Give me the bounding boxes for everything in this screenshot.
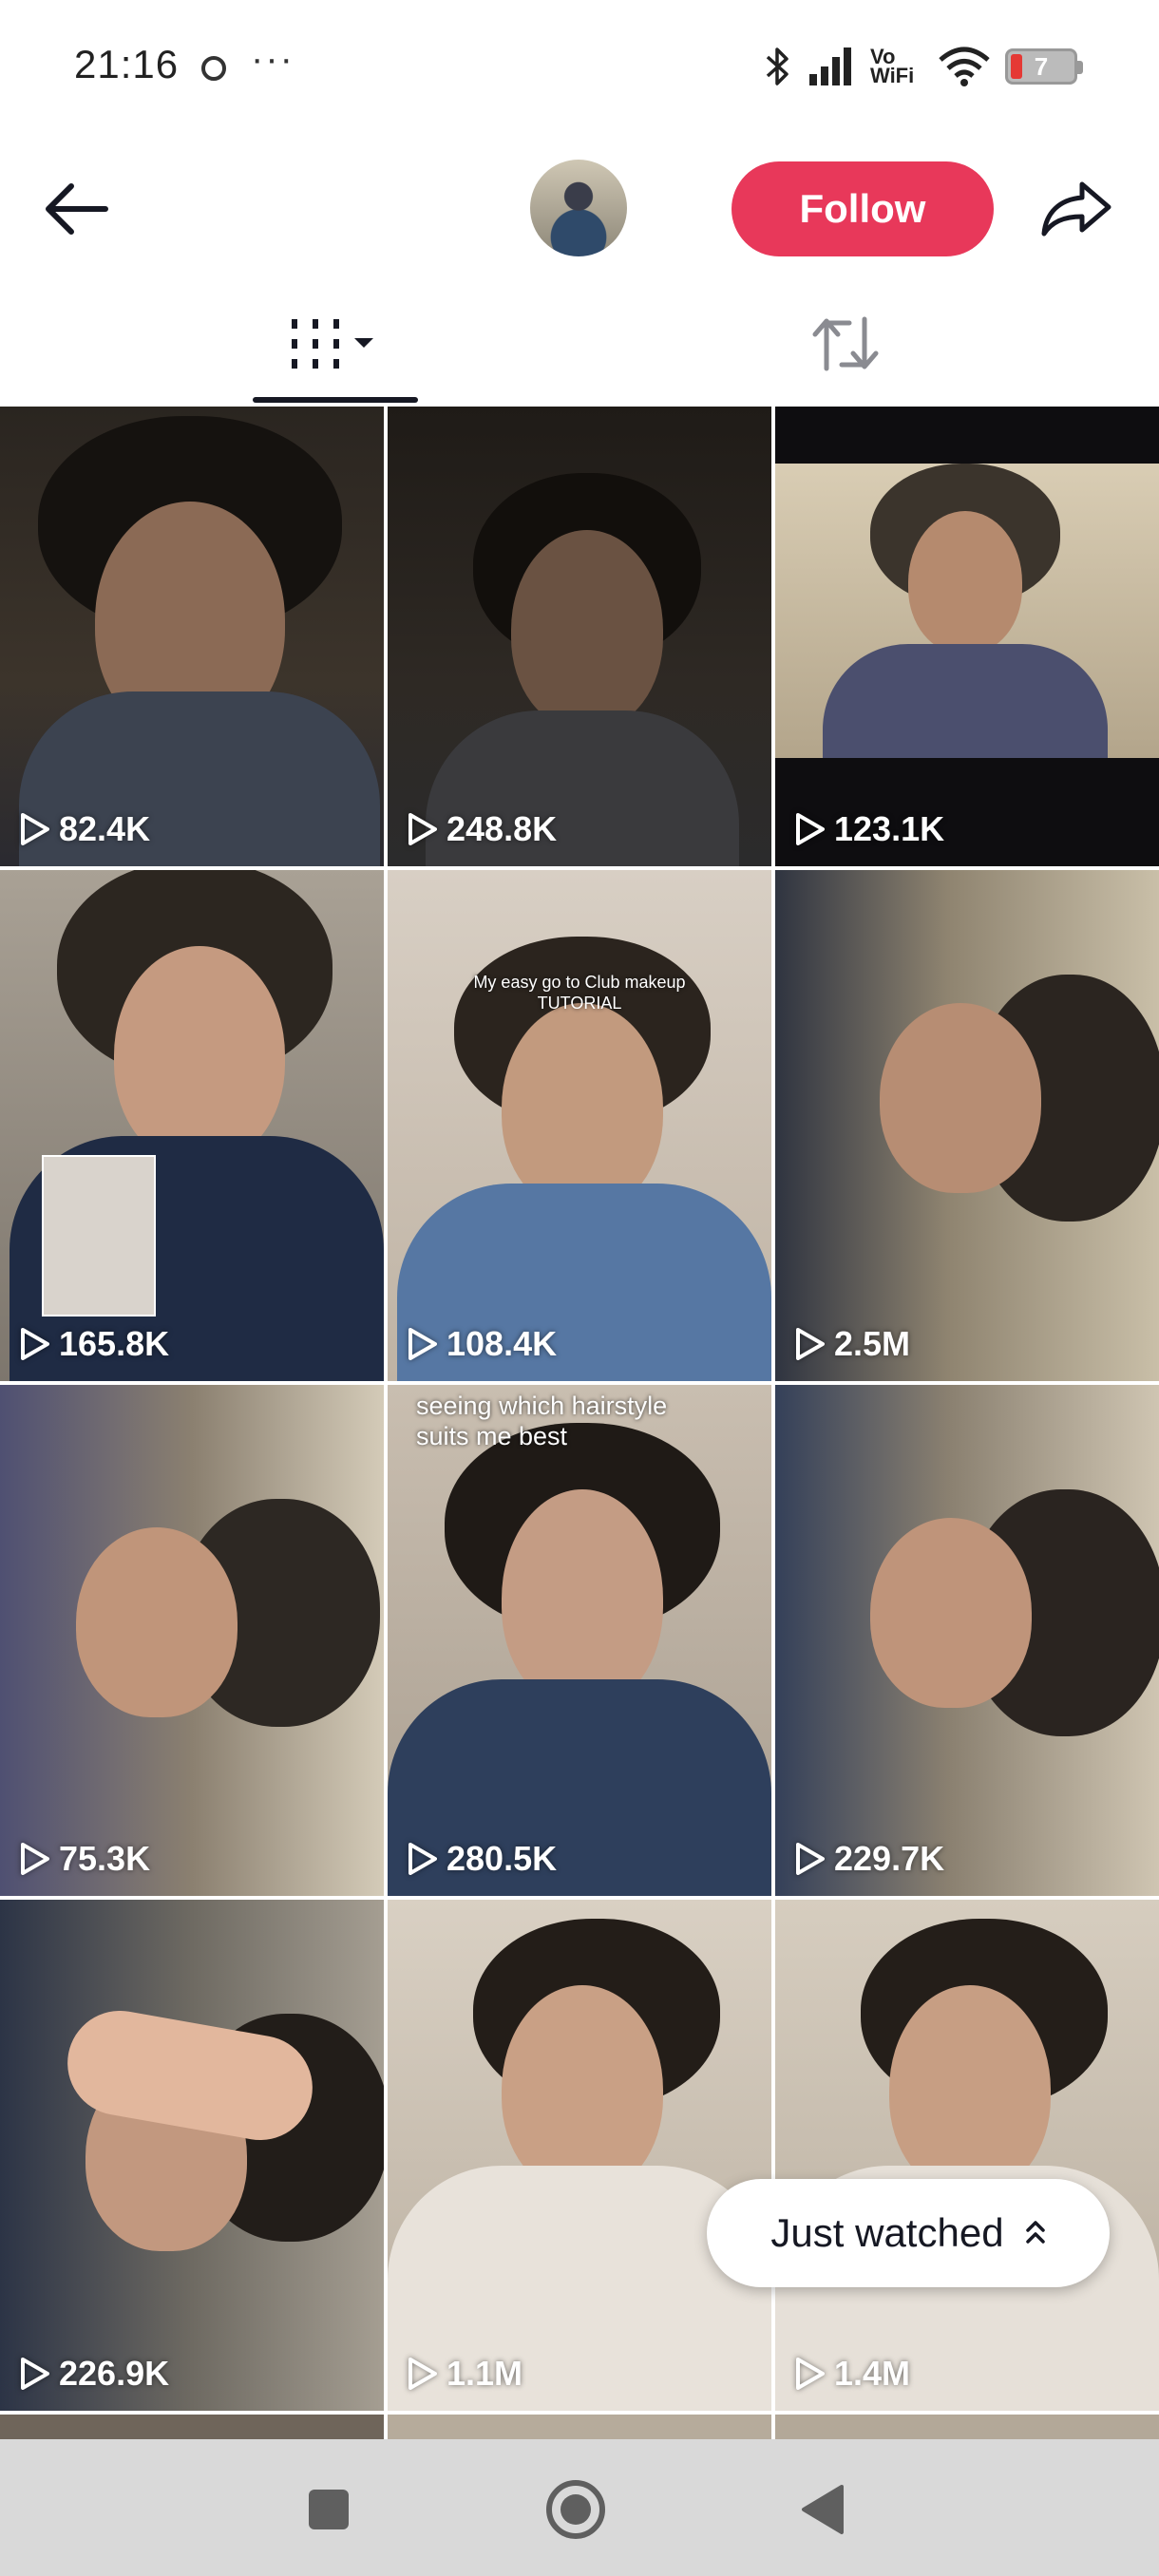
video-thumbnail[interactable]: 75.3K	[0, 1385, 384, 1896]
video-thumbnail[interactable]: 123.1K	[775, 407, 1159, 866]
battery-level: 7	[1034, 51, 1049, 81]
tab-underline	[253, 397, 418, 403]
vowifi-label: Vo WiFi	[870, 45, 915, 87]
view-count: 248.8K	[407, 809, 557, 849]
just-watched-button[interactable]: Just watched	[707, 2179, 1110, 2287]
play-icon	[21, 1328, 49, 1360]
back-triangle-icon	[802, 2485, 844, 2534]
video-thumbnail[interactable]: 1.4M	[775, 1900, 1159, 2411]
play-icon	[21, 2358, 49, 2390]
video-thumbnail[interactable]	[775, 2415, 1159, 2439]
view-count: 229.7K	[794, 1839, 944, 1879]
battery-icon: 7	[1005, 48, 1083, 85]
play-icon	[796, 1328, 825, 1360]
view-count: 75.3K	[19, 1839, 150, 1879]
status-circle-icon	[201, 56, 226, 81]
arrow-left-icon	[46, 183, 108, 235]
play-icon	[796, 1843, 825, 1875]
video-thumbnail[interactable]: 165.8K	[0, 870, 384, 1381]
video-thumbnail[interactable]: 82.4K	[0, 407, 384, 866]
share-arrow-icon	[1041, 181, 1112, 237]
share-button[interactable]	[1034, 171, 1119, 247]
video-thumbnail[interactable]	[0, 2415, 384, 2439]
video-caption: seeing which hairstyle suits me best	[416, 1392, 668, 1451]
video-thumbnail[interactable]: My easy go to Club makeup TUTORIAL 108.4…	[388, 870, 771, 1381]
video-thumbnail[interactable]: 226.9K	[0, 1900, 384, 2411]
play-icon	[796, 813, 825, 845]
play-icon	[21, 813, 49, 845]
bluetooth-icon	[766, 47, 788, 85]
repost-icon	[812, 316, 879, 371]
status-time: 21:16	[74, 42, 180, 86]
chevrons-up-icon	[1025, 2221, 1045, 2244]
view-count: 226.9K	[19, 2354, 169, 2394]
video-caption: My easy go to Club makeup TUTORIAL	[473, 973, 686, 1013]
view-count: 2.5M	[794, 1324, 910, 1364]
video-thumbnail[interactable]	[388, 2415, 771, 2439]
profile-tabs	[0, 285, 1159, 407]
video-thumbnail[interactable]: 1.1M	[388, 1900, 771, 2411]
view-count: 108.4K	[407, 1324, 557, 1364]
play-icon	[408, 1843, 437, 1875]
view-count: 123.1K	[794, 809, 944, 849]
tab-reposts[interactable]	[798, 285, 893, 403]
status-bar: 21:16 ··· Vo WiFi 7	[0, 0, 1159, 133]
play-icon	[408, 1328, 437, 1360]
tab-videos[interactable]	[253, 285, 418, 403]
play-icon	[408, 2358, 437, 2390]
profile-header: Follow	[0, 142, 1159, 275]
video-grid: 82.4K 248.8K 123.1K 165.8K My easy go to…	[0, 407, 1159, 2439]
just-watched-label: Just watched	[770, 2210, 1004, 2255]
status-icons: Vo WiFi 7	[764, 38, 1083, 95]
system-back-button[interactable]	[787, 2473, 859, 2546]
video-thumbnail[interactable]: 229.7K	[775, 1385, 1159, 1896]
follow-button[interactable]: Follow	[732, 161, 994, 256]
back-button[interactable]	[38, 171, 114, 247]
signal-icon	[809, 47, 851, 85]
square-icon	[309, 2490, 349, 2529]
view-count: 1.4M	[794, 2354, 910, 2394]
view-count: 280.5K	[407, 1839, 557, 1879]
view-count: 1.1M	[407, 2354, 522, 2394]
wifi-icon	[939, 47, 990, 86]
view-count: 165.8K	[19, 1324, 169, 1364]
view-count: 82.4K	[19, 809, 150, 849]
play-icon	[796, 2358, 825, 2390]
home-circle-icon	[546, 2480, 605, 2539]
system-navigation-bar	[0, 2439, 1159, 2576]
video-thumbnail[interactable]: 248.8K	[388, 407, 771, 866]
videos-grid-icon	[292, 319, 373, 369]
avatar[interactable]	[530, 160, 627, 256]
status-more-icon: ···	[251, 38, 294, 80]
play-icon	[21, 1843, 49, 1875]
video-thumbnail[interactable]: 2.5M	[775, 870, 1159, 1381]
play-icon	[408, 813, 437, 845]
video-thumbnail[interactable]: seeing which hairstyle suits me best 280…	[388, 1385, 771, 1896]
home-button[interactable]	[540, 2473, 612, 2546]
recent-apps-button[interactable]	[293, 2473, 365, 2546]
